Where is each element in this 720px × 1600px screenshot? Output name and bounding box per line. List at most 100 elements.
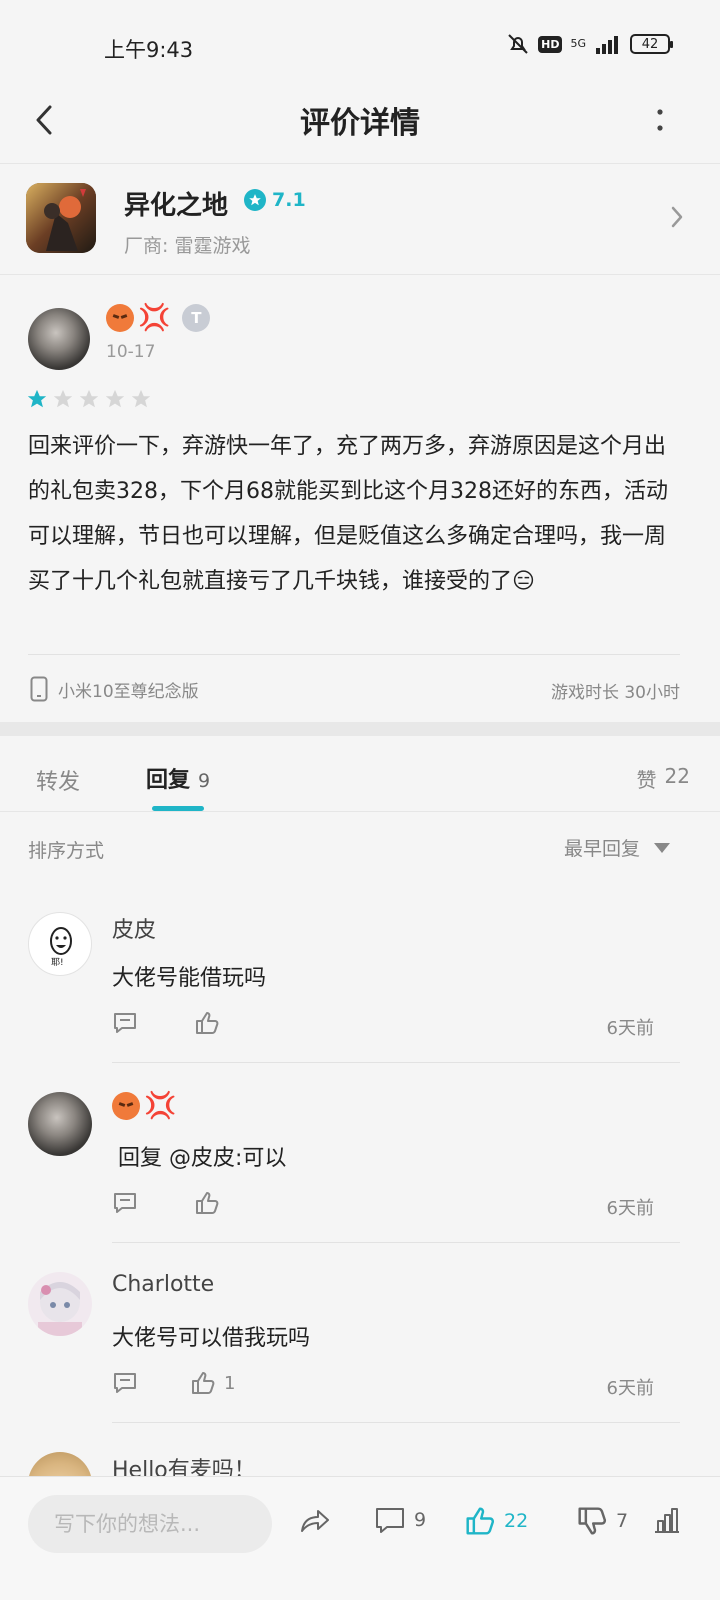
- battery-level: 42: [641, 36, 659, 52]
- like-count: 22: [504, 1510, 529, 1532]
- comment-author[interactable]: 皮皮: [112, 912, 156, 944]
- game-card[interactable]: 异化之地 7.1 厂商: 雷霆游戏: [0, 165, 720, 275]
- thumbs-up-icon: [196, 1012, 219, 1034]
- more-vertical-icon: [657, 109, 663, 131]
- reply-button[interactable]: [112, 1010, 138, 1040]
- comment-input[interactable]: 写下你的想法...: [28, 1495, 272, 1553]
- tab-likes[interactable]: 赞 22: [637, 764, 690, 793]
- tab-likes-label: 赞: [636, 768, 657, 792]
- tab-reply[interactable]: 回复 9: [146, 762, 210, 794]
- network-label: 5G: [570, 37, 586, 50]
- like-button[interactable]: [194, 1010, 228, 1036]
- star-filled-icon: [27, 389, 47, 408]
- avatar[interactable]: [28, 308, 90, 370]
- thumbs-up-icon: [192, 1372, 215, 1394]
- comment-icon: [376, 1508, 404, 1533]
- comment-icon: [114, 1373, 136, 1393]
- anger-symbol-icon: 💢: [138, 303, 171, 333]
- avatar[interactable]: [28, 1092, 92, 1156]
- comment-icon: [114, 1193, 136, 1213]
- star-empty-icon: [79, 389, 99, 408]
- comment-text: 回复 @皮皮:可以: [118, 1146, 287, 1171]
- battery-indicator: 42: [630, 34, 673, 54]
- chevron-right-icon: [671, 206, 683, 228]
- divider: [112, 1062, 680, 1063]
- comment-time: 6天前: [606, 1018, 654, 1039]
- comment-button[interactable]: 9: [374, 1505, 426, 1535]
- comment-actions: 6天前: [112, 1190, 654, 1224]
- reply-button[interactable]: [112, 1190, 138, 1220]
- comment-author[interactable]: Hello有麦吗！: [112, 1452, 256, 1476]
- comment-actions: 1 6天前: [112, 1370, 654, 1404]
- comment-text: 大佬号能借玩吗: [112, 966, 267, 991]
- thumbs-down-icon: [578, 1507, 607, 1535]
- level-badge: T: [182, 304, 211, 332]
- sort-dropdown[interactable]: 最早回复: [564, 834, 670, 861]
- tabs: 转发 回复 9 赞 22: [0, 736, 720, 812]
- reply-button[interactable]: [112, 1370, 138, 1400]
- rating-stars: [26, 388, 152, 410]
- comment-time: 6天前: [606, 1198, 654, 1219]
- tab-likes-count: 22: [664, 764, 690, 788]
- caret-down-icon: [654, 842, 670, 853]
- share-button[interactable]: [298, 1505, 332, 1535]
- phone-icon: [30, 676, 48, 702]
- star-empty-icon: [105, 389, 125, 408]
- angry-face-icon: [106, 304, 134, 332]
- tab-reply-count: 9: [198, 770, 211, 792]
- comment-author[interactable]: 💢: [112, 1092, 176, 1120]
- status-bar: 上午9:43 HD 5G 42: [0, 0, 720, 90]
- divider: [28, 654, 680, 655]
- review-text: 回来评价一下，弃游快一年了，充了两万多，弃游原因是这个月出的礼包卖328，下个月…: [28, 434, 668, 594]
- stats-button[interactable]: [652, 1505, 682, 1535]
- sort-label: 排序方式: [28, 840, 105, 862]
- playtime: 游戏时长 30小时: [550, 683, 680, 703]
- like-count: 1: [224, 1372, 236, 1394]
- sort-value: 最早回复: [563, 838, 640, 860]
- angry-face-icon: [112, 1092, 140, 1120]
- star-empty-icon: [53, 389, 73, 408]
- comment-item: 💢 回复 @皮皮:可以 6天前: [0, 1084, 720, 1244]
- comment-actions: 6天前: [112, 1010, 654, 1044]
- game-icon: [26, 183, 96, 253]
- section-separator: [0, 722, 720, 736]
- tab-forward[interactable]: 转发: [36, 764, 80, 796]
- tab-reply-label: 回复: [146, 768, 191, 793]
- comment-count: 9: [414, 1509, 427, 1531]
- comment-item: Charlotte 大佬号可以借我玩吗 1 6天前: [0, 1264, 720, 1424]
- review-card: 💢 T 10-17 回来评价一下，弃游快一年了，充了两万多，弃游原因是这个月出的…: [0, 276, 720, 722]
- bar-chart-icon: [655, 1508, 679, 1533]
- bottom-action-bar: 写下你的想法... 9 22 7: [0, 1476, 720, 1600]
- status-time: 上午9:43: [104, 38, 194, 62]
- divider: [112, 1422, 680, 1423]
- nav-bar: 评价详情: [0, 90, 720, 164]
- rating-star-icon: [244, 189, 266, 211]
- avatar[interactable]: 耶!: [28, 912, 92, 976]
- comment-item: 耶! 皮皮 大佬号能借玩吗 6天前: [0, 904, 720, 1064]
- avatar[interactable]: [28, 1272, 92, 1336]
- anger-symbol-icon: 💢: [144, 1091, 177, 1121]
- like-button[interactable]: 22: [464, 1505, 528, 1537]
- review-date: 10-17: [106, 342, 156, 362]
- game-rating-value: 7.1: [272, 189, 306, 211]
- like-button[interactable]: [194, 1190, 228, 1216]
- comment-time: 6天前: [606, 1378, 654, 1399]
- game-name: 异化之地: [124, 191, 229, 221]
- user-emoji-name: 💢 T: [106, 303, 211, 333]
- comment-author[interactable]: Charlotte: [112, 1272, 214, 1297]
- more-options-button[interactable]: [640, 100, 680, 140]
- star-empty-icon: [131, 389, 151, 408]
- like-button[interactable]: 1: [190, 1370, 235, 1396]
- thumbs-up-icon: [466, 1507, 495, 1535]
- svg-text:耶!: 耶!: [51, 957, 64, 968]
- thumbs-up-icon: [196, 1192, 219, 1214]
- dislike-count: 7: [616, 1510, 629, 1532]
- game-rating: 7.1: [244, 189, 306, 211]
- comment-item: Hello有麦吗！: [0, 1444, 720, 1476]
- status-icons: HD 5G 42: [506, 32, 673, 56]
- mute-bell-icon: [508, 34, 528, 54]
- avatar[interactable]: [28, 1452, 92, 1476]
- divider: [112, 1242, 680, 1243]
- game-vendor: 厂商: 雷霆游戏: [124, 235, 251, 257]
- dislike-button[interactable]: 7: [576, 1505, 628, 1537]
